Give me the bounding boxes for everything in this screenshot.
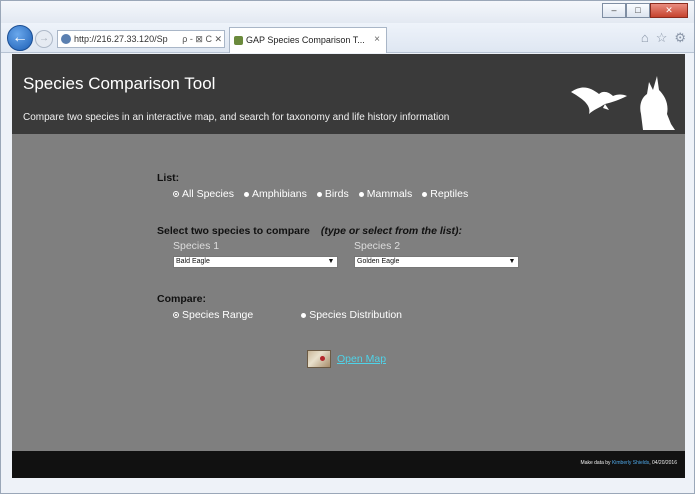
page-footer: Make data by Kimberly Shields, 04/20/201… — [12, 451, 685, 478]
title-bar: – □ ✕ — [1, 1, 694, 23]
species2-value: Golden Eagle — [357, 258, 400, 265]
radio-mammals[interactable]: Mammals — [358, 188, 413, 200]
browser-toolbar: ← → http://216.27.33.120/Sp ρ - ⊠ C ✕ GA… — [1, 23, 694, 53]
address-url: http://216.27.33.120/Sp — [74, 34, 168, 44]
radio-amphibians[interactable]: Amphibians — [243, 188, 307, 200]
footer-author-link[interactable]: Kimberly Shields — [612, 460, 649, 466]
radio-label: Amphibians — [251, 188, 307, 200]
list-label: List: — [157, 172, 180, 184]
favorites-icon[interactable]: ☆ — [656, 30, 668, 46]
browser-icons: ⌂ ☆ ⚙ — [641, 30, 686, 46]
open-map-link[interactable]: Open Map — [337, 353, 386, 365]
open-map-control[interactable]: Open Map — [307, 350, 386, 368]
species1-select[interactable]: Bald Eagle ▼ — [173, 256, 338, 268]
browser-window: – □ ✕ ← → http://216.27.33.120/Sp ρ - ⊠ … — [0, 0, 695, 494]
minimize-button[interactable]: – — [602, 3, 626, 18]
compare-options: Species Range Species Distribution — [173, 309, 402, 321]
radio-species-distribution[interactable]: Species Distribution — [301, 309, 402, 321]
page-header: Species Comparison Tool Compare two spec… — [12, 54, 685, 134]
address-bar[interactable]: http://216.27.33.120/Sp ρ - ⊠ C ✕ — [57, 30, 225, 48]
radio-all-species[interactable]: All Species — [173, 188, 234, 200]
chevron-down-icon[interactable]: ▼ — [506, 257, 518, 267]
radio-reptiles[interactable]: Reptiles — [422, 188, 468, 200]
page-subtitle: Compare two species in an interactive ma… — [23, 112, 450, 123]
back-arrow-icon[interactable]: ← — [7, 25, 33, 51]
chevron-down-icon[interactable]: ▼ — [325, 257, 337, 267]
settings-icon[interactable]: ⚙ — [674, 30, 686, 46]
footer-prefix: Make data by — [580, 460, 612, 466]
site-favicon-icon — [61, 34, 71, 44]
list-options: All Species Amphibians Birds Mammals Rep… — [173, 188, 468, 200]
radio-dot-icon — [243, 191, 249, 197]
species1-label: Species 1 — [173, 240, 220, 252]
radio-dot-icon — [316, 191, 322, 197]
radio-label: All Species — [182, 188, 234, 200]
map-icon[interactable] — [307, 350, 331, 368]
radio-label: Mammals — [366, 188, 413, 200]
radio-label: Birds — [324, 188, 349, 200]
address-tools[interactable]: ρ - ⊠ C ✕ — [180, 31, 222, 47]
radio-selected-icon — [173, 312, 179, 318]
radio-dot-icon — [422, 191, 428, 197]
tab-species-comparison[interactable]: GAP Species Comparison T... × — [229, 27, 387, 53]
radio-birds[interactable]: Birds — [316, 188, 349, 200]
tab-close-icon[interactable]: × — [374, 28, 380, 52]
select-species-label: Select two species to compare (type or s… — [157, 225, 462, 237]
select-species-text: Select two species to compare — [157, 225, 310, 237]
radio-selected-icon — [173, 191, 179, 197]
wildlife-logo-icon — [571, 76, 675, 130]
radio-label: Species Range — [182, 309, 254, 321]
footer-credit: Make data by Kimberly Shields, 04/20/201… — [581, 460, 677, 466]
species2-label: Species 2 — [354, 240, 401, 252]
select-species-hint: (type or select from the list): — [320, 225, 463, 237]
radio-species-range[interactable]: Species Range — [173, 309, 253, 321]
page-title: Species Comparison Tool — [23, 74, 216, 93]
footer-suffix: , 04/20/2016 — [649, 460, 677, 466]
forward-arrow-icon[interactable]: → — [35, 30, 53, 48]
compare-label: Compare: — [157, 293, 207, 305]
radio-label: Species Distribution — [309, 309, 403, 321]
home-icon[interactable]: ⌂ — [641, 30, 649, 46]
maximize-button[interactable]: □ — [626, 3, 650, 18]
page-content: Species Comparison Tool Compare two spec… — [12, 54, 685, 478]
tab-title: GAP Species Comparison T... — [246, 35, 365, 45]
radio-dot-icon — [301, 312, 307, 318]
radio-dot-icon — [358, 191, 364, 197]
tab-favicon-icon — [234, 36, 243, 45]
radio-label: Reptiles — [430, 188, 469, 200]
close-window-button[interactable]: ✕ — [650, 3, 688, 18]
species1-value: Bald Eagle — [176, 258, 210, 265]
species2-select[interactable]: Golden Eagle ▼ — [354, 256, 519, 268]
window-controls: – □ ✕ — [602, 3, 688, 18]
